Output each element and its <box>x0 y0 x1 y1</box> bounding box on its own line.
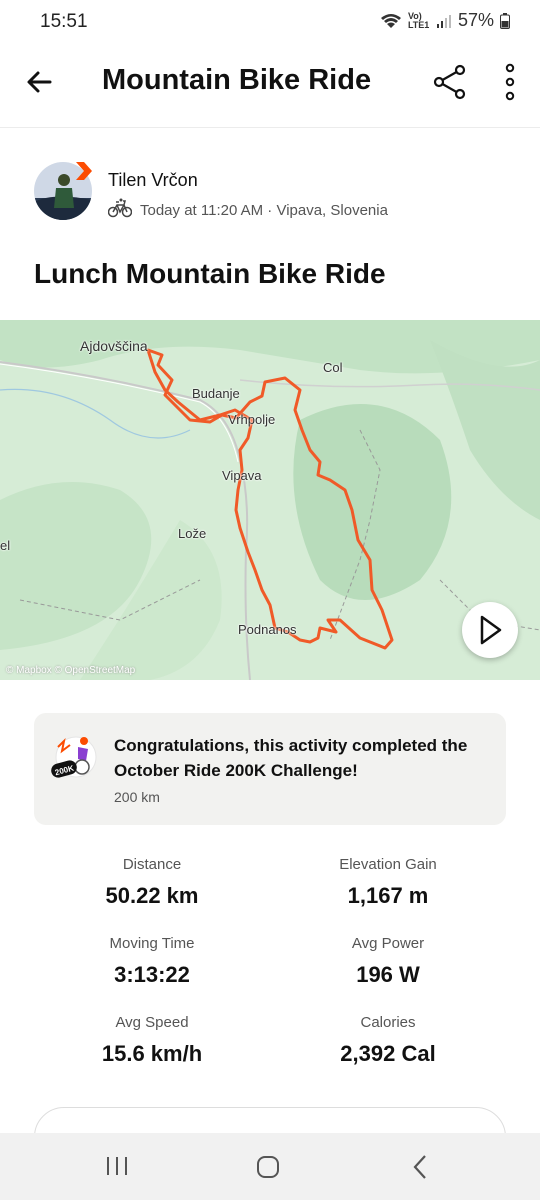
stat-value: 3:13:22 <box>114 962 190 987</box>
map-label-vrhpolje: Vrhpolje <box>228 412 276 427</box>
map-label-loze: Lože <box>178 526 207 541</box>
system-nav-bar <box>0 1133 540 1200</box>
app-bar: Mountain Bike Ride <box>0 44 540 128</box>
recents-icon[interactable] <box>104 1155 130 1177</box>
home-icon[interactable] <box>256 1155 280 1179</box>
back-arrow-icon[interactable] <box>24 66 56 98</box>
play-icon[interactable] <box>462 602 518 658</box>
wifi-icon <box>380 12 402 30</box>
stat-label: Avg Power <box>351 935 425 952</box>
status-time: 15:51 <box>40 11 88 32</box>
stat-distance: Distance 50.22 km <box>17 856 287 909</box>
map-label-vipava: Vipava <box>222 468 262 483</box>
athlete-header[interactable]: Tilen Vrčon Today at 11:20 AM · Vipava, … <box>34 160 514 224</box>
stat-label: Elevation Gain <box>339 856 437 873</box>
map-attribution[interactable]: © Mapbox © OpenStreetMap <box>6 665 135 676</box>
battery-text: 57% <box>457 10 494 30</box>
status-icons: Vo) LTE1 57% <box>380 10 510 31</box>
athlete-name[interactable]: Tilen Vrčon <box>108 170 198 191</box>
challenge-card[interactable]: 200K Congratulations, this activity comp… <box>34 713 506 825</box>
stat-value: 2,392 Cal <box>340 1041 436 1066</box>
activity-meta: Today at 11:20 AM · Vipava, Slovenia <box>107 198 388 222</box>
map-label-edge: el <box>0 538 11 553</box>
stat-value: 1,167 m <box>347 883 429 908</box>
stat-label: Avg Speed <box>115 1014 189 1031</box>
stat-label: Distance <box>122 856 182 873</box>
page-title: Mountain Bike Ride <box>102 64 372 96</box>
back-icon[interactable] <box>410 1153 430 1181</box>
more-vertical-icon[interactable] <box>496 62 524 102</box>
challenge-subtext: 200 km <box>114 789 160 805</box>
challenge-badge-icon: 200K <box>50 729 100 781</box>
stat-label: Moving Time <box>109 935 195 952</box>
mountain-bike-icon <box>107 198 133 222</box>
map-label-col: Col <box>323 360 343 375</box>
activity-title: Lunch Mountain Bike Ride <box>34 258 386 289</box>
stat-elevation-gain: Elevation Gain 1,167 m <box>253 856 523 909</box>
share-icon[interactable] <box>432 64 468 100</box>
status-bar: 15:51 Vo) LTE1 57% <box>0 0 540 44</box>
stat-value: 50.22 km <box>105 883 199 908</box>
subscriber-badge-icon <box>74 160 94 182</box>
stat-avg-speed: Avg Speed 15.6 km/h <box>17 1014 287 1067</box>
stat-label: Calories <box>360 1014 416 1031</box>
stat-moving-time: Moving Time 3:13:22 <box>17 935 287 988</box>
stat-value: 15.6 km/h <box>101 1041 203 1066</box>
stat-value: 196 W <box>356 962 420 987</box>
signal-icon <box>436 13 452 29</box>
map-label-budanje: Budanje <box>192 386 240 401</box>
battery-icon <box>500 12 510 29</box>
challenge-text: Congratulations, this activity completed… <box>114 736 468 780</box>
activity-meta-text: Today at 11:20 AM · Vipava, Slovenia <box>140 201 388 219</box>
stat-calories: Calories 2,392 Cal <box>253 1014 523 1067</box>
map-label-ajdovscina: Ajdovščina <box>80 338 148 354</box>
route-map[interactable]: Ajdovščina Col Budanje Vrhpolje Vipava L… <box>0 320 540 680</box>
network-label: Vo) LTE1 <box>407 10 430 30</box>
stat-avg-power: Avg Power 196 W <box>253 935 523 988</box>
map-label-podnanos: Podnanos <box>238 622 297 637</box>
